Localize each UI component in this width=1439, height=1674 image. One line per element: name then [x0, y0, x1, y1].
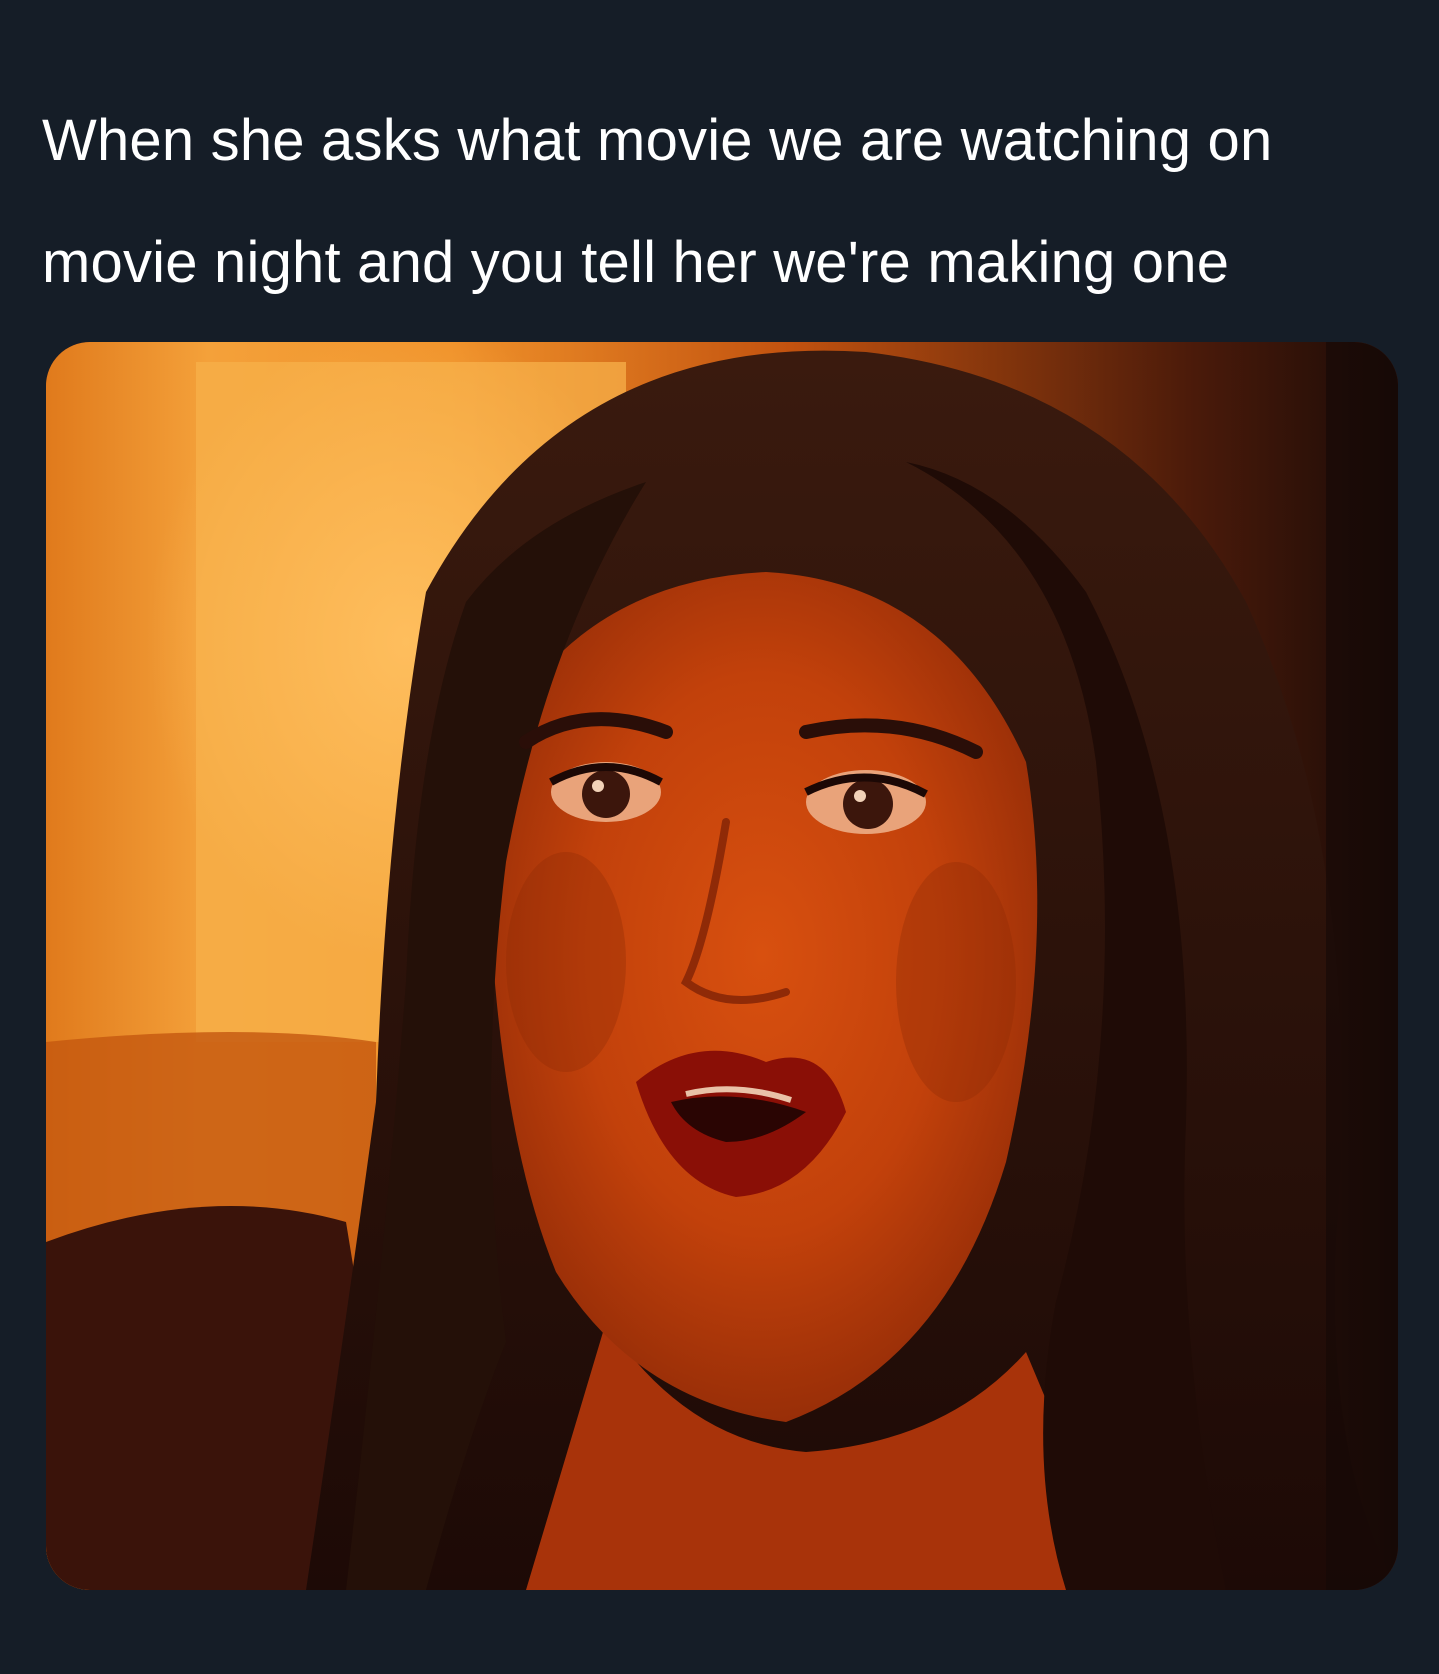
photo-illustration	[46, 342, 1398, 1590]
tweet-container: When she asks what movie we are watching…	[0, 0, 1439, 1674]
tweet-text: When she asks what movie we are watching…	[42, 108, 1273, 295]
tweet-media-photo[interactable]	[46, 342, 1398, 1590]
